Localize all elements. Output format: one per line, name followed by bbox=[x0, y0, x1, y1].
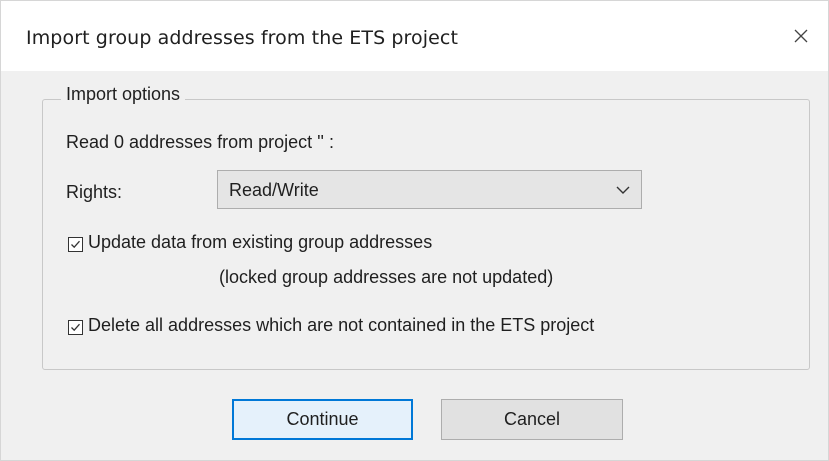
rights-dropdown[interactable]: Read/Write bbox=[217, 170, 642, 209]
title-bar: Import group addresses from the ETS proj… bbox=[1, 1, 828, 71]
close-button[interactable] bbox=[788, 23, 814, 49]
dialog-title: Import group addresses from the ETS proj… bbox=[26, 27, 459, 49]
cancel-button[interactable]: Cancel bbox=[441, 399, 623, 440]
update-existing-checkbox[interactable] bbox=[68, 237, 83, 252]
close-icon bbox=[794, 29, 808, 43]
group-legend: Import options bbox=[61, 84, 186, 105]
update-existing-note: (locked group addresses are not updated) bbox=[219, 267, 554, 287]
rights-label: Rights: bbox=[66, 182, 123, 202]
update-existing-label: Update data from existing group addresse… bbox=[88, 232, 433, 252]
import-dialog: Import group addresses from the ETS proj… bbox=[0, 0, 829, 461]
rights-selected-value: Read/Write bbox=[229, 180, 319, 200]
delete-missing-label: Delete all addresses which are not conta… bbox=[88, 315, 595, 335]
delete-missing-checkbox[interactable] bbox=[68, 320, 83, 335]
continue-button[interactable]: Continue bbox=[232, 399, 413, 440]
chevron-down-icon bbox=[616, 186, 630, 194]
read-info-text: Read 0 addresses from project '' : bbox=[66, 132, 334, 152]
checkmark-icon bbox=[71, 323, 80, 332]
checkmark-icon bbox=[71, 240, 80, 249]
